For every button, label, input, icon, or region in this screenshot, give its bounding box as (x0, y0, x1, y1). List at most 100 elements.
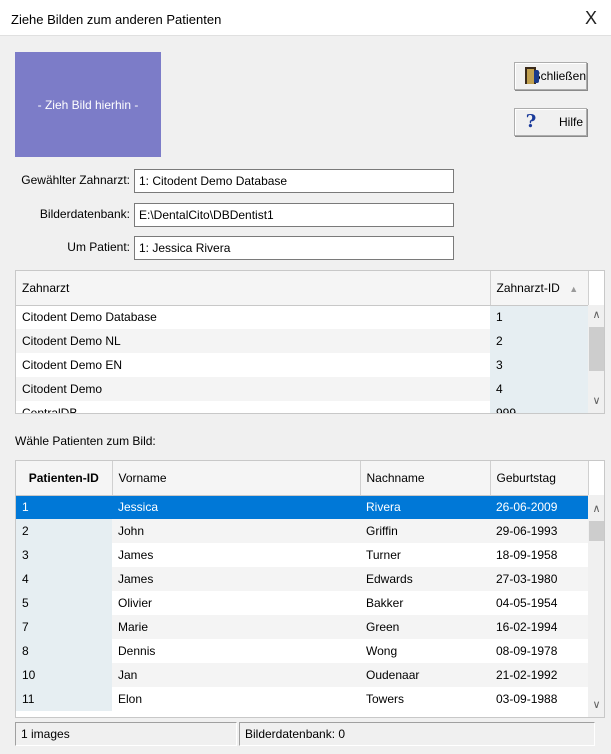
table-row[interactable]: 7 Marie Green 16-02-1994 (16, 615, 588, 639)
question-mark-icon: ? (525, 111, 537, 132)
scroll-thumb[interactable] (589, 327, 604, 371)
table-row[interactable]: Citodent Demo 4 (16, 377, 588, 401)
patient-id-cell: 7 (16, 615, 112, 639)
dentist-id-cell: 4 (490, 377, 588, 401)
exit-door-icon (521, 66, 539, 86)
dentist-field[interactable] (134, 169, 454, 193)
window-title: Ziehe Bilden zum anderen Patienten (11, 12, 222, 27)
birthday-cell: 16-02-1994 (490, 615, 588, 639)
table-row[interactable]: 2 John Griffin 29-06-1993 (16, 519, 588, 543)
firstname-cell: John (112, 519, 360, 543)
patient-id-cell: 10 (16, 663, 112, 687)
title-bar: Ziehe Bilden zum anderen Patienten X (0, 0, 611, 36)
table-row[interactable]: 3 James Turner 18-09-1958 (16, 543, 588, 567)
close-button-label: Schließen (532, 69, 586, 83)
patient-field-label: Um Patient: (67, 240, 130, 254)
scroll-down-icon[interactable]: ∨ (588, 393, 604, 410)
patient-field[interactable] (134, 236, 454, 260)
status-bar: 1 images Bilderdatenbank: 0 (15, 722, 595, 746)
lastname-cell: Turner (366, 548, 401, 562)
table-row[interactable]: 11 Elon Towers 03-09-1988 (16, 687, 588, 711)
lastname-cell: Bakker (366, 596, 404, 610)
birthday-cell: 29-06-1993 (490, 519, 588, 543)
lastname-cell: Towers (366, 692, 405, 706)
firstname-cell: Olivier (118, 596, 153, 610)
lastname-cell: Oudenaar (360, 663, 490, 687)
patient-grid-scrollbar[interactable]: ∧ ∨ (588, 495, 604, 717)
column-header-lastname[interactable]: Nachname (360, 461, 491, 496)
lastname-cell: Wong (366, 644, 398, 658)
patient-id-cell: 11 (16, 687, 112, 711)
dentist-id-cell: 3 (490, 353, 588, 377)
dentist-name-cell: Citodent Demo NL (16, 329, 490, 353)
patient-id-cell: 1 (16, 495, 112, 519)
patient-grid: Patienten-ID Vorname Nachname Geburtstag… (15, 460, 605, 718)
lastname-cell: Griffin (360, 519, 490, 543)
birthday-cell: 26-06-2009 (490, 495, 588, 519)
column-header-birthday[interactable]: Geburtstag (490, 461, 589, 496)
table-row[interactable]: Citodent Demo Database 1 (16, 305, 588, 329)
birthday-cell: 08-09-1978 (496, 644, 558, 658)
dentist-field-row: Gewählter Zahnarzt: (0, 169, 130, 193)
scroll-up-icon[interactable]: ∧ (588, 307, 604, 324)
table-row-selected[interactable]: 1 Jessica Rivera 26-06-2009 (16, 495, 588, 519)
firstname-cell: Jan (112, 663, 360, 687)
table-row[interactable]: Citodent Demo NL 2 (16, 329, 588, 353)
column-header-dentist-id[interactable]: Zahnarzt-ID ▲ (490, 271, 589, 306)
scroll-down-icon[interactable]: ∨ (588, 697, 604, 714)
column-header-patient-id[interactable]: Patienten-ID (16, 461, 113, 496)
patient-id-cell: 8 (16, 639, 112, 663)
status-images-count: 1 images (15, 722, 237, 746)
close-button[interactable]: Schließen (514, 62, 587, 90)
column-header-dentist[interactable]: Zahnarzt (16, 271, 491, 306)
dentist-id-cell: 1 (490, 305, 588, 329)
firstname-cell: James (118, 548, 154, 562)
image-database-field[interactable] (134, 203, 454, 227)
column-header-firstname[interactable]: Vorname (112, 461, 361, 496)
table-row[interactable]: Citodent Demo EN 3 (16, 353, 588, 377)
birthday-cell: 18-09-1958 (496, 548, 558, 562)
patient-id-cell: 2 (16, 519, 112, 543)
dentist-id-cell: 999 (490, 401, 588, 413)
table-row[interactable]: 8 Dennis Wong 08-09-1978 (16, 639, 588, 663)
firstname-cell: James (112, 567, 360, 591)
lastname-cell: Green (360, 615, 490, 639)
table-row[interactable]: 5 Olivier Bakker 04-05-1954 (16, 591, 588, 615)
imagedb-field-label: Bilderdatenbank: (39, 207, 130, 221)
dentist-name-cell: Citodent Demo (16, 377, 490, 401)
scroll-thumb[interactable] (589, 521, 604, 541)
patient-field-row: Um Patient: (0, 236, 130, 260)
dentist-field-label: Gewählter Zahnarzt: (21, 173, 130, 187)
dentist-name-cell: Citodent Demo EN (22, 358, 123, 372)
scroll-up-icon[interactable]: ∧ (588, 501, 604, 518)
lastname-cell: Edwards (360, 567, 490, 591)
table-row[interactable]: 10 Jan Oudenaar 21-02-1992 (16, 663, 588, 687)
sort-ascending-icon: ▲ (569, 283, 579, 294)
birthday-cell: 27-03-1980 (490, 567, 588, 591)
imagedb-field-row: Bilderdatenbank: (0, 203, 130, 227)
patient-section-label: Wähle Patienten zum Bild: (15, 434, 156, 448)
table-row[interactable]: CentralDB 999 (16, 401, 588, 414)
image-drop-zone[interactable]: - Zieh Bild hierhin - (15, 52, 161, 157)
dentist-name-cell: CentralDB (22, 406, 78, 414)
patient-id-cell: 3 (16, 543, 112, 567)
birthday-cell: 21-02-1992 (490, 663, 588, 687)
dentist-name-cell: Citodent Demo Database (22, 310, 157, 325)
patient-id-cell: 5 (16, 591, 112, 615)
patient-id-cell: 4 (16, 567, 112, 591)
lastname-cell: Rivera (360, 495, 490, 519)
help-button-label: Hilfe (559, 115, 584, 129)
birthday-cell: 03-09-1988 (496, 692, 558, 706)
dentist-id-cell: 2 (490, 329, 588, 353)
firstname-cell: Elon (118, 692, 143, 706)
drop-zone-label: - Zieh Bild hierhin - (37, 97, 139, 112)
firstname-cell: Marie (112, 615, 360, 639)
birthday-cell: 04-05-1954 (496, 596, 558, 610)
help-button[interactable]: ? Hilfe (514, 108, 587, 136)
table-row[interactable]: 4 James Edwards 27-03-1980 (16, 567, 588, 591)
firstname-cell: Jessica (112, 495, 360, 519)
close-window-icon[interactable]: X (577, 6, 605, 30)
dentist-grid-scrollbar[interactable]: ∧ ∨ (588, 305, 604, 413)
firstname-cell: Dennis (118, 644, 156, 658)
status-image-database: Bilderdatenbank: 0 (239, 722, 595, 746)
